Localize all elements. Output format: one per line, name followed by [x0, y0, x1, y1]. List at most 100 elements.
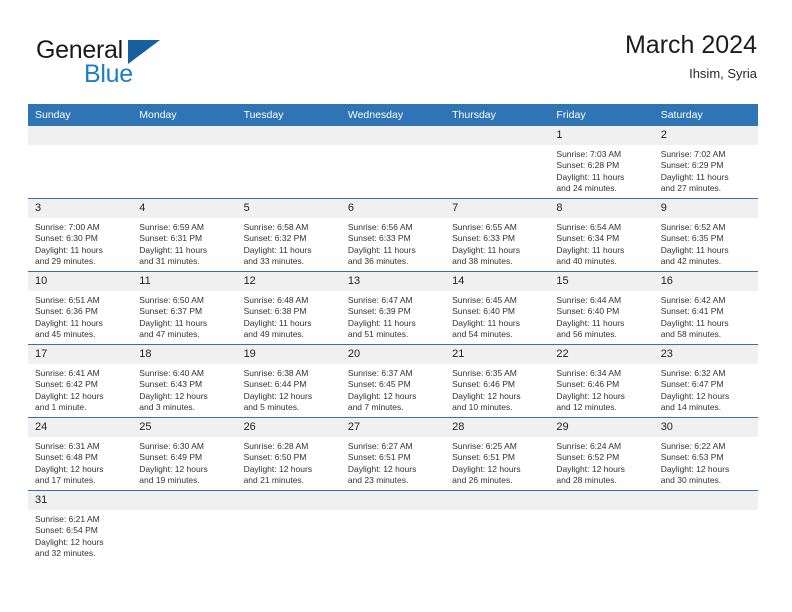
general-blue-logo[interactable]: General Blue [36, 36, 236, 88]
daylight-text-line2: and 30 minutes. [660, 474, 722, 485]
calendar-day-cell-inner: 21 Sunrise: 6:35 AM Sunset: 6:46 PM Dayligh… [445, 345, 550, 417]
calendar-day-cell[interactable]: 29 Sunrise: 6:24 AM Sunset: 6:52 PM Dayligh… [549, 417, 654, 491]
calendar-day-cell[interactable]: 5 Sunrise: 6:58 AM Sunset: 6:32 PM Daylight… [236, 198, 341, 272]
day-number: 23 [653, 345, 758, 364]
day-details: Sunrise: 6:59 AM Sunset: 6:31 PM Daylight:… [132, 218, 236, 267]
calendar-day-cell-inner: 10 Sunrise: 6:51 AM Sunset: 6:36 PM Dayligh… [28, 272, 133, 344]
calendar-day-cell-empty [653, 490, 758, 569]
calendar-day-cell-inner: 22 Sunrise: 6:34 AM Sunset: 6:46 PM Dayligh… [549, 345, 654, 417]
calendar-day-cell-inner [236, 491, 341, 569]
calendar-day-cell[interactable]: 7 Sunrise: 6:55 AM Sunset: 6:33 PM Daylight… [445, 198, 550, 272]
calendar-day-cell[interactable]: 28 Sunrise: 6:25 AM Sunset: 6:51 PM Dayligh… [445, 417, 550, 491]
calendar-day-cell[interactable]: 21 Sunrise: 6:35 AM Sunset: 6:46 PM Dayligh… [445, 344, 550, 418]
sunset-text: Sunset: 6:33 PM [347, 233, 411, 244]
calendar-day-cell[interactable]: 12 Sunrise: 6:48 AM Sunset: 6:38 PM Dayligh… [236, 271, 341, 345]
calendar-day-cell[interactable]: 9 Sunrise: 6:52 AM Sunset: 6:35 PM Daylight… [653, 198, 758, 272]
calendar-day-cell[interactable]: 13 Sunrise: 6:47 AM Sunset: 6:39 PM Dayligh… [340, 271, 446, 345]
logo-text-blue: Blue [84, 60, 133, 88]
day-details: Sunrise: 6:25 AM Sunset: 6:51 PM Daylight:… [445, 437, 549, 486]
daylight-text-line2: and 19 minutes. [139, 474, 200, 485]
day-number: 4 [132, 199, 237, 218]
sunset-text: Sunset: 6:52 PM [556, 452, 620, 463]
calendar-day-cell-empty [132, 490, 237, 569]
sunset-text: Sunset: 6:44 PM [243, 379, 307, 390]
day-details: Sunrise: 6:21 AM Sunset: 6:54 PM Daylight:… [28, 510, 132, 559]
sunset-text: Sunset: 6:50 PM [243, 452, 307, 463]
day-details: Sunrise: 6:51 AM Sunset: 6:36 PM Daylight:… [28, 291, 132, 340]
sunset-text: Sunset: 6:43 PM [139, 379, 203, 390]
day-number: 10 [28, 272, 133, 291]
calendar-day-cell-inner: 2 Sunrise: 7:02 AM Sunset: 6:29 PM Daylight… [653, 126, 758, 198]
calendar-day-cell-inner [445, 491, 550, 569]
sunrise-text: Sunrise: 7:03 AM [556, 149, 622, 159]
day-number: 26 [236, 418, 341, 437]
calendar-day-cell[interactable]: 11 Sunrise: 6:50 AM Sunset: 6:37 PM Dayligh… [132, 271, 237, 345]
calendar-page: General Blue March 2024 Ihsim, Syria Sun… [0, 0, 792, 612]
calendar-week-row: 31 Sunrise: 6:21 AM Sunset: 6:54 PM Dayligh… [28, 490, 758, 569]
sunrise-text: Sunrise: 6:25 AM [452, 441, 517, 451]
daylight-text-line2: and 7 minutes. [347, 401, 404, 412]
sunrise-text: Sunrise: 6:37 AM [347, 368, 413, 378]
calendar-day-cell[interactable]: 4 Sunrise: 6:59 AM Sunset: 6:31 PM Daylight… [132, 198, 237, 272]
calendar-day-cell[interactable]: 25 Sunrise: 6:30 AM Sunset: 6:49 PM Dayligh… [132, 417, 237, 491]
calendar-day-cell-empty [340, 126, 446, 199]
daylight-text-line1: Daylight: 12 hours [139, 463, 208, 474]
calendar-day-cell[interactable]: 27 Sunrise: 6:27 AM Sunset: 6:51 PM Dayligh… [340, 417, 446, 491]
calendar-day-cell[interactable]: 15 Sunrise: 6:44 AM Sunset: 6:40 PM Dayligh… [549, 271, 654, 345]
calendar-day-cell[interactable]: 20 Sunrise: 6:37 AM Sunset: 6:45 PM Dayligh… [340, 344, 446, 418]
daylight-text-line1: Daylight: 12 hours [452, 390, 521, 401]
sunset-text: Sunset: 6:54 PM [35, 525, 98, 536]
calendar-day-cell[interactable]: 22 Sunrise: 6:34 AM Sunset: 6:46 PM Dayligh… [549, 344, 654, 418]
calendar-day-cell[interactable]: 23 Sunrise: 6:32 AM Sunset: 6:47 PM Dayligh… [653, 344, 758, 418]
calendar-day-cell-inner [340, 126, 446, 198]
calendar-day-cell[interactable]: 2 Sunrise: 7:02 AM Sunset: 6:29 PM Daylight… [653, 126, 758, 199]
calendar-day-cell-inner [28, 126, 133, 198]
daylight-text-line1: Daylight: 11 hours [139, 317, 208, 328]
day-number [653, 491, 758, 510]
calendar-day-cell[interactable]: 19 Sunrise: 6:38 AM Sunset: 6:44 PM Dayligh… [236, 344, 341, 418]
calendar-day-cell[interactable]: 1 Sunrise: 7:03 AM Sunset: 6:28 PM Daylight… [549, 126, 654, 199]
weekday-header-sunday: Sunday [28, 104, 133, 126]
daylight-text-line2: and 29 minutes. [35, 255, 96, 266]
calendar-day-cell[interactable]: 24 Sunrise: 6:31 AM Sunset: 6:48 PM Dayligh… [28, 417, 133, 491]
calendar-day-cell[interactable]: 31 Sunrise: 6:21 AM Sunset: 6:54 PM Dayligh… [28, 490, 133, 569]
sunrise-text: Sunrise: 6:54 AM [556, 222, 622, 232]
sunset-text: Sunset: 6:29 PM [660, 160, 724, 171]
sunrise-text: Sunrise: 6:42 AM [660, 295, 726, 305]
day-details: Sunrise: 7:00 AM Sunset: 6:30 PM Daylight:… [28, 218, 132, 267]
day-details: Sunrise: 6:50 AM Sunset: 6:37 PM Daylight:… [132, 291, 236, 340]
daylight-text-line1: Daylight: 11 hours [556, 171, 625, 182]
day-details: Sunrise: 6:58 AM Sunset: 6:32 PM Daylight:… [237, 218, 341, 267]
calendar-day-cell-inner: 25 Sunrise: 6:30 AM Sunset: 6:49 PM Dayligh… [132, 418, 237, 490]
calendar-day-cell[interactable]: 16 Sunrise: 6:42 AM Sunset: 6:41 PM Dayligh… [653, 271, 758, 345]
daylight-text-line1: Daylight: 11 hours [556, 317, 625, 328]
calendar-day-cell[interactable]: 26 Sunrise: 6:28 AM Sunset: 6:50 PM Dayligh… [236, 417, 341, 491]
daylight-text-line2: and 24 minutes. [556, 182, 617, 193]
daylight-text-line2: and 23 minutes. [347, 474, 409, 485]
calendar-day-cell-empty [445, 126, 550, 199]
sunrise-text: Sunrise: 6:55 AM [452, 222, 517, 232]
calendar-day-cell[interactable]: 17 Sunrise: 6:41 AM Sunset: 6:42 PM Dayligh… [28, 344, 133, 418]
calendar-day-cell-inner: 6 Sunrise: 6:56 AM Sunset: 6:33 PM Daylight… [340, 199, 446, 271]
daylight-text-line2: and 31 minutes. [139, 255, 200, 266]
day-details: Sunrise: 6:45 AM Sunset: 6:40 PM Daylight:… [445, 291, 549, 340]
calendar-day-cell[interactable]: 18 Sunrise: 6:40 AM Sunset: 6:43 PM Dayligh… [132, 344, 237, 418]
calendar-day-cell[interactable]: 8 Sunrise: 6:54 AM Sunset: 6:34 PM Daylight… [549, 198, 654, 272]
calendar-day-cell-inner [340, 491, 446, 569]
sunrise-text: Sunrise: 6:52 AM [660, 222, 726, 232]
calendar-day-cell[interactable]: 3 Sunrise: 7:00 AM Sunset: 6:30 PM Daylight… [28, 198, 133, 272]
daylight-text-line1: Daylight: 12 hours [452, 463, 521, 474]
calendar-day-cell[interactable]: 30 Sunrise: 6:22 AM Sunset: 6:53 PM Dayligh… [653, 417, 758, 491]
page-title: March 2024 [624, 31, 757, 59]
sunrise-text: Sunrise: 6:40 AM [139, 368, 205, 378]
daylight-text-line2: and 1 minute. [35, 401, 87, 412]
calendar-day-cell[interactable]: 10 Sunrise: 6:51 AM Sunset: 6:36 PM Dayligh… [28, 271, 133, 345]
sunrise-text: Sunrise: 6:41 AM [35, 368, 100, 378]
day-number: 13 [340, 272, 446, 291]
daylight-text-line1: Daylight: 11 hours [660, 171, 729, 182]
calendar-day-cell[interactable]: 6 Sunrise: 6:56 AM Sunset: 6:33 PM Daylight… [340, 198, 446, 272]
daylight-text-line2: and 49 minutes. [243, 328, 305, 339]
calendar-day-cell-inner: 7 Sunrise: 6:55 AM Sunset: 6:33 PM Daylight… [445, 199, 550, 271]
calendar-day-cell[interactable]: 14 Sunrise: 6:45 AM Sunset: 6:40 PM Dayligh… [445, 271, 550, 345]
daylight-text-line2: and 45 minutes. [35, 328, 96, 339]
